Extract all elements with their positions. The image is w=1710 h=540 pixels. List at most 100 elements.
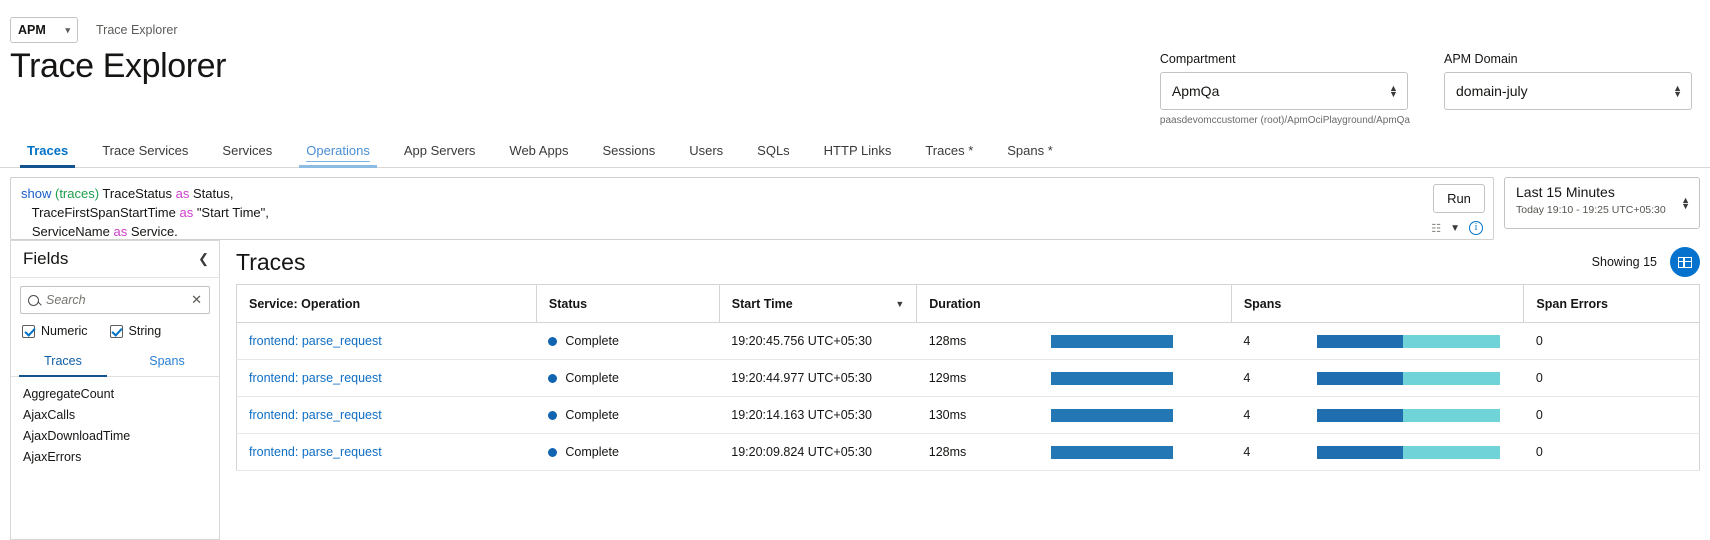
- field-list-item[interactable]: AggregateCount: [11, 384, 219, 405]
- traces-table-body: frontend: parse_requestComplete19:20:45.…: [237, 323, 1700, 471]
- tab-sessions[interactable]: Sessions: [585, 143, 672, 167]
- fields-subtab-spans[interactable]: Spans: [115, 347, 219, 376]
- trace-link[interactable]: frontend: parse_request: [249, 408, 382, 422]
- tab-traces[interactable]: Traces: [10, 143, 85, 167]
- checkbox-icon: [22, 325, 35, 338]
- table-row[interactable]: frontend: parse_requestComplete19:20:45.…: [237, 323, 1700, 360]
- tab-http-links[interactable]: HTTP Links: [807, 143, 909, 167]
- compartment-label: Compartment: [1160, 52, 1410, 66]
- breadcrumb[interactable]: Trace Explorer: [96, 23, 178, 37]
- column-header-status[interactable]: Status: [536, 285, 719, 323]
- column-header-service-operation[interactable]: Service: Operation: [237, 285, 537, 323]
- compartment-value: ApmQa: [1172, 83, 1219, 99]
- table-row[interactable]: frontend: parse_request Complete 19:20:44.…: [237, 360, 1700, 397]
- search-icon: [28, 295, 39, 306]
- duration-label: 128ms: [929, 445, 1051, 459]
- chevron-down-icon[interactable]: ▼: [1450, 223, 1460, 234]
- grid-glyph: [1678, 257, 1692, 268]
- search-input[interactable]: Search: [46, 293, 184, 307]
- filter-checkbox-string[interactable]: String: [110, 324, 162, 338]
- filter-checkbox-numeric[interactable]: Numeric: [22, 324, 88, 338]
- column-header-label: Start Time: [732, 297, 793, 311]
- cell-service-operation: frontend: parse_request: [237, 323, 537, 360]
- table-row[interactable]: frontend: parse_requestComplete19:20:09.…: [237, 434, 1700, 471]
- duration-bar: [1051, 409, 1173, 422]
- tab-trace-services[interactable]: Trace Services: [85, 143, 205, 167]
- compartment-selector-group: Compartment ApmQa ▲▼ paasdevomccustomer …: [1160, 52, 1410, 126]
- time-range-picker[interactable]: Last 15 Minutes Today 19:10 - 19:25 UTC+…: [1504, 177, 1700, 229]
- trace-link[interactable]: frontend: parse_request: [249, 334, 382, 348]
- stepper-icon: ▲▼: [1673, 85, 1682, 97]
- column-header-label: Duration: [929, 297, 980, 311]
- status-label: Complete: [565, 445, 619, 459]
- field-list-item[interactable]: AjaxCalls: [11, 405, 219, 426]
- tab-label: Spans *: [1007, 143, 1053, 158]
- duration-bar: [1051, 372, 1173, 385]
- time-range-detail: Today 19:10 - 19:25 UTC+05:30: [1516, 204, 1673, 216]
- fields-subtabs: TracesSpans: [11, 347, 219, 377]
- query-actions: Run ☷ ▼ i: [1427, 178, 1493, 239]
- tab-label: Traces: [27, 143, 68, 158]
- tab-web-apps[interactable]: Web Apps: [492, 143, 585, 167]
- tab-spans[interactable]: Spans *: [990, 143, 1070, 167]
- fields-panel-title: Fields: [23, 249, 68, 269]
- tab-label: SQLs: [757, 143, 790, 158]
- results-count: Showing 15: [1592, 255, 1657, 269]
- sort-desc-icon[interactable]: ▼: [895, 299, 904, 309]
- status-label: Complete: [565, 408, 619, 422]
- tab-traces[interactable]: Traces *: [908, 143, 990, 167]
- tab-operations[interactable]: Operations: [289, 143, 387, 167]
- tab-label: Users: [689, 143, 723, 158]
- header-selectors: Compartment ApmQa ▲▼ paasdevomccustomer …: [1160, 46, 1692, 126]
- cell-status: Complete: [536, 323, 719, 360]
- table-view-icon[interactable]: [1670, 247, 1700, 277]
- run-button[interactable]: Run: [1433, 184, 1485, 213]
- cell-service-operation: frontend: parse_request: [237, 434, 537, 471]
- status-label: Complete: [565, 371, 619, 385]
- column-header-duration[interactable]: Duration: [917, 285, 1232, 323]
- query-field-3: ServiceName: [32, 224, 114, 239]
- trace-link[interactable]: frontend: parse_request: [249, 445, 382, 459]
- apm-domain-selector-group: APM Domain domain-july ▲▼: [1444, 52, 1692, 126]
- service-select[interactable]: APM ▾: [10, 17, 78, 43]
- cell-spans: 4: [1231, 360, 1524, 397]
- time-range-label: Last 15 Minutes: [1516, 184, 1673, 200]
- cell-service-operation: frontend: parse_request: [237, 397, 537, 434]
- resize-handle-icon[interactable]: ☷: [1431, 222, 1441, 235]
- duration-label: 129ms: [929, 371, 1051, 385]
- cell-service-operation: frontend: parse_request: [237, 360, 537, 397]
- trace-link[interactable]: frontend: parse_request: [249, 371, 382, 385]
- query-editor[interactable]: show (traces) TraceStatus as Status, Tra…: [10, 177, 1494, 240]
- checkbox-icon: [110, 325, 123, 338]
- info-icon[interactable]: i: [1469, 221, 1483, 235]
- tab-label: HTTP Links: [824, 143, 892, 158]
- fields-search-box[interactable]: Search ✕: [20, 286, 210, 314]
- service-select-label: APM: [18, 23, 46, 37]
- fields-subtab-traces[interactable]: Traces: [11, 347, 115, 376]
- spans-bar-segment-light: [1403, 446, 1500, 459]
- tab-app-servers[interactable]: App Servers: [387, 143, 493, 167]
- spans-count: 4: [1243, 408, 1317, 422]
- column-header-span-errors[interactable]: Span Errors: [1524, 285, 1700, 323]
- tab-services[interactable]: Services: [205, 143, 289, 167]
- query-field-1: TraceStatus: [99, 186, 176, 201]
- query-text[interactable]: show (traces) TraceStatus as Status, Tra…: [11, 178, 1427, 239]
- cell-start-time: 19:20:44.977 UTC+05:30: [719, 360, 917, 397]
- compartment-select[interactable]: ApmQa ▲▼: [1160, 72, 1408, 110]
- filter-label: String: [129, 324, 162, 338]
- tab-sqls[interactable]: SQLs: [740, 143, 807, 167]
- table-row[interactable]: frontend: parse_requestComplete19:20:14.…: [237, 397, 1700, 434]
- tab-users[interactable]: Users: [672, 143, 740, 167]
- chevron-left-icon[interactable]: ❮: [198, 251, 209, 267]
- spans-bar-segment-dark: [1317, 335, 1403, 348]
- field-list-item[interactable]: AjaxErrors: [11, 447, 219, 468]
- column-header-start-time[interactable]: Start Time ▼: [719, 285, 917, 323]
- apm-domain-value: domain-july: [1456, 83, 1528, 99]
- field-list-item[interactable]: AjaxDownloadTime: [11, 426, 219, 447]
- column-header-label: Status: [549, 297, 587, 311]
- table-header-row: Service: Operation Status Start Time ▼ Durat…: [237, 285, 1700, 323]
- page-title: Trace Explorer: [10, 48, 226, 85]
- close-icon[interactable]: ✕: [191, 292, 202, 308]
- column-header-spans[interactable]: Spans: [1231, 285, 1524, 323]
- apm-domain-select[interactable]: domain-july ▲▼: [1444, 72, 1692, 110]
